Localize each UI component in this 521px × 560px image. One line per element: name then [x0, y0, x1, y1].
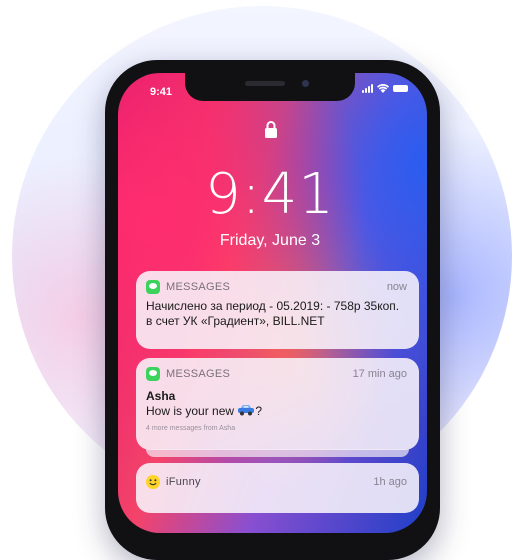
- cellular-signal-icon: [362, 84, 373, 93]
- notification-app-name: MESSAGES: [166, 281, 231, 293]
- lock-screen-date: Friday, June 3: [219, 232, 321, 249]
- padlock-icon: [264, 120, 278, 143]
- notification-app-name: MESSAGES: [166, 368, 231, 380]
- messages-icon: [146, 280, 160, 294]
- notification-body-line2: в счет УК «Градиент», BILL.NET: [146, 314, 325, 328]
- notch: [185, 73, 355, 101]
- ifunny-smiley-icon: [146, 475, 160, 489]
- notification-card-bill[interactable]: MESSAGES now Начислено за период - 05.20…: [136, 271, 419, 349]
- notification-time: 1h ago: [373, 476, 407, 488]
- speaker-grille: [245, 81, 285, 86]
- notification-body: How is your new ?: [146, 404, 262, 420]
- car-emoji-icon: [237, 404, 255, 420]
- lock-screen-time: 9:41: [205, 162, 335, 227]
- notification-app-name: iFunny: [166, 476, 201, 488]
- notification-body-line1: Начислено за период - 05.2019: - 758р 35…: [146, 299, 400, 313]
- status-bar-icons: [362, 84, 408, 93]
- notification-body-prefix: How is your new: [146, 404, 238, 419]
- notification-stack-indicator: [146, 449, 409, 457]
- wifi-icon: [377, 84, 389, 93]
- notification-time: now: [386, 281, 407, 293]
- notification-sender: Asha: [146, 389, 176, 403]
- battery-icon: [393, 85, 408, 92]
- messages-icon: [146, 367, 160, 381]
- notification-body-suffix: ?: [255, 404, 263, 419]
- status-bar-time: 9:41: [150, 86, 173, 98]
- notification-card-asha[interactable]: MESSAGES 17 min ago Asha How is your new…: [136, 358, 419, 450]
- notification-time: 17 min ago: [352, 368, 407, 380]
- notification-more-messages: 4 more messages from Asha: [146, 425, 236, 432]
- front-camera: [302, 80, 309, 87]
